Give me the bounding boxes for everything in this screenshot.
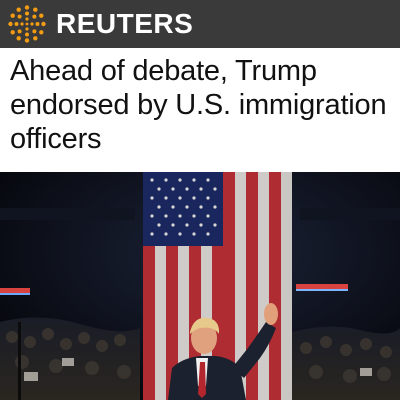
brand-name[interactable]: REUTERS	[56, 7, 193, 41]
article-screen: REUTERS Ahead of debate, Trump endorsed …	[0, 0, 400, 400]
reuters-logo-icon[interactable]	[8, 5, 46, 43]
reuters-header-bar: REUTERS	[0, 0, 400, 48]
article-headline[interactable]: Ahead of debate, Trump endorsed by U.S. …	[10, 54, 394, 156]
article-photo[interactable]	[0, 172, 400, 400]
rally-photo-image	[0, 172, 400, 400]
